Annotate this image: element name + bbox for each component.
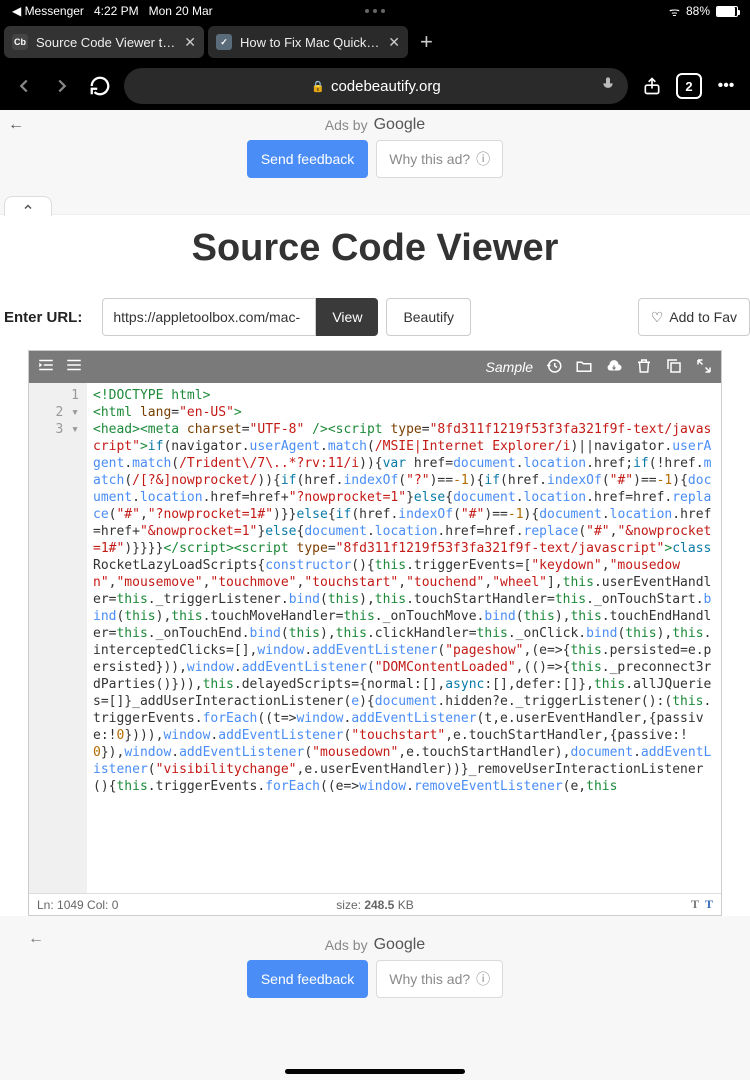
send-feedback-button[interactable]: Send feedback bbox=[247, 960, 368, 998]
new-tab-button[interactable]: + bbox=[412, 29, 441, 55]
ads-label: Ads by bbox=[325, 117, 368, 133]
expand-icon[interactable] bbox=[695, 357, 713, 378]
source-code[interactable]: <!DOCTYPE html> <html lang="en-US"> <hea… bbox=[87, 383, 721, 893]
copy-icon[interactable] bbox=[665, 357, 683, 378]
file-size: size: 248.5 KB bbox=[336, 898, 413, 912]
view-button[interactable]: View bbox=[316, 298, 378, 336]
tab-title: How to Fix Mac Quick Lo bbox=[240, 35, 380, 50]
lock-icon: 🔒 bbox=[311, 80, 325, 93]
url-text: codebeautify.org bbox=[331, 78, 441, 95]
indent-icon[interactable] bbox=[37, 356, 55, 379]
favicon: ✓ bbox=[216, 34, 232, 50]
google-logo: Google bbox=[374, 116, 426, 134]
history-icon[interactable] bbox=[545, 357, 563, 378]
battery-icon bbox=[716, 6, 738, 17]
send-feedback-button[interactable]: Send feedback bbox=[247, 140, 368, 178]
text-size-small-icon[interactable]: T bbox=[691, 897, 699, 912]
text-size-large-icon[interactable]: T bbox=[705, 897, 713, 912]
line-gutter: 12 ▾3 ▾ bbox=[29, 383, 87, 893]
home-indicator[interactable] bbox=[285, 1069, 465, 1074]
browser-tab-2[interactable]: ✓ How to Fix Mac Quick Lo ✕ bbox=[208, 26, 408, 58]
more-button[interactable]: ••• bbox=[712, 72, 740, 100]
info-icon: ⓘ bbox=[476, 149, 490, 169]
google-logo: Google bbox=[374, 936, 426, 954]
expand-chevron[interactable] bbox=[4, 196, 52, 216]
wifi-icon: ᯤ bbox=[669, 3, 680, 20]
mic-icon[interactable] bbox=[600, 76, 616, 96]
tab-title: Source Code Viewer to V bbox=[36, 35, 176, 50]
url-input[interactable] bbox=[102, 298, 316, 336]
why-this-ad-button[interactable]: Why this ad? ⓘ bbox=[376, 140, 503, 178]
folder-icon[interactable] bbox=[575, 357, 593, 378]
heart-icon: ♡ bbox=[651, 309, 664, 326]
page-title: Source Code Viewer bbox=[0, 214, 750, 288]
browser-tab-1[interactable]: Cb Source Code Viewer to V ✕ bbox=[4, 26, 204, 58]
reload-button[interactable] bbox=[86, 72, 114, 100]
multitask-dots bbox=[365, 9, 385, 13]
back-to-app[interactable]: ◀ Messenger bbox=[12, 4, 84, 18]
close-icon[interactable]: ✕ bbox=[184, 34, 196, 51]
tabs-button[interactable]: 2 bbox=[676, 73, 702, 99]
code-editor: Sample 12 ▾3 ▾ <!DOCTYPE html> <html lan… bbox=[28, 350, 722, 916]
trash-icon[interactable] bbox=[635, 357, 653, 378]
share-button[interactable] bbox=[638, 72, 666, 100]
ads-label: Ads by bbox=[325, 937, 368, 953]
sample-link[interactable]: Sample bbox=[486, 359, 533, 375]
date: Mon 20 Mar bbox=[149, 4, 213, 18]
clock: 4:22 PM bbox=[94, 4, 139, 18]
close-icon[interactable]: ✕ bbox=[388, 34, 400, 51]
forward-button[interactable] bbox=[48, 72, 76, 100]
back-button[interactable] bbox=[10, 72, 38, 100]
add-to-fav-button[interactable]: ♡Add to Fav bbox=[638, 298, 750, 336]
battery-pct: 88% bbox=[686, 4, 710, 18]
page-back-icon-2[interactable]: ← bbox=[28, 930, 44, 948]
address-bar[interactable]: 🔒 codebeautify.org bbox=[124, 68, 628, 104]
beautify-button[interactable]: Beautify bbox=[386, 298, 471, 336]
page-back-icon[interactable]: ← bbox=[0, 110, 32, 140]
outdent-icon[interactable] bbox=[65, 356, 83, 379]
why-this-ad-button[interactable]: Why this ad? ⓘ bbox=[376, 960, 503, 998]
cursor-position: Ln: 1049 Col: 0 bbox=[37, 898, 118, 912]
enter-url-label: Enter URL: bbox=[4, 309, 94, 326]
favicon: Cb bbox=[12, 34, 28, 50]
cloud-download-icon[interactable] bbox=[605, 357, 623, 378]
info-icon: ⓘ bbox=[476, 969, 490, 989]
